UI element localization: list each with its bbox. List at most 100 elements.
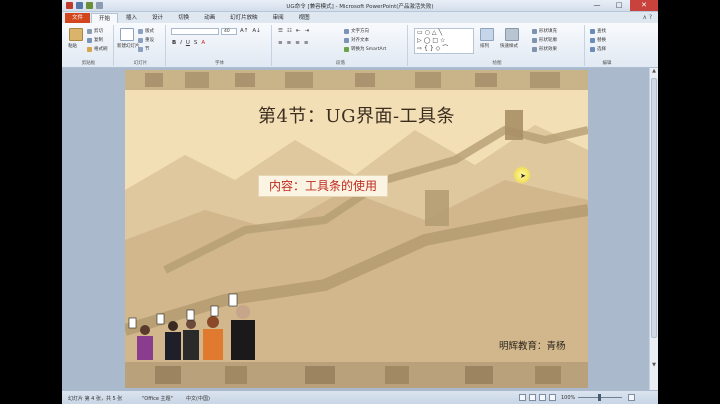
powerpoint-window: UG命令 [兼容模式] - Microsoft PowerPoint(产品激活失…	[62, 0, 658, 404]
group-slides: 新建幻灯片 版式 重设 节 幻灯片	[116, 25, 166, 66]
quick-styles-button[interactable]: 快速样式	[500, 43, 518, 49]
find-icon	[590, 28, 595, 34]
shape-fill-button[interactable]: 形状填充	[532, 28, 557, 34]
tab-view[interactable]: 视图	[292, 13, 317, 23]
people-holding-signs-clipart	[128, 293, 255, 360]
slide-workspace: 第4节：UG界面-工具条 内容：工具条的使用 明辉教育：青杨 ➤ ▲ ▼	[62, 68, 658, 390]
cut-button[interactable]: 剪切	[87, 28, 103, 34]
slide-title[interactable]: 第4节：UG界面-工具条	[125, 102, 588, 128]
group-editing: 查找 替换 选择 编辑	[587, 25, 627, 66]
group-label: 剪贴板	[81, 61, 96, 66]
underline-button[interactable]: U	[186, 40, 190, 46]
text-direction-icon	[344, 28, 349, 34]
arrange-icon[interactable]	[480, 28, 494, 41]
font-color-icon[interactable]: A	[201, 40, 205, 46]
slide-content-box[interactable]: 内容：工具条的使用	[258, 175, 389, 197]
smartart-button[interactable]: 转换为 SmartArt	[344, 46, 386, 52]
group-label: 编辑	[602, 61, 612, 66]
group-font: 40 A↑ A↓ B I U S A 字体	[168, 25, 272, 66]
section-icon	[138, 46, 143, 52]
effects-icon	[532, 46, 537, 52]
justify-icon[interactable]: ≡	[304, 40, 309, 46]
section-button[interactable]: 节	[138, 46, 150, 52]
align-controls: ≡ ≡ ≡ ≡	[278, 40, 308, 46]
tab-insert[interactable]: 插入	[119, 13, 144, 23]
find-button[interactable]: 查找	[590, 28, 606, 34]
reset-button[interactable]: 重设	[138, 37, 154, 43]
minimize-button[interactable]: —	[586, 0, 608, 11]
scissors-icon	[87, 28, 92, 34]
select-icon	[590, 46, 595, 52]
numbering-icon[interactable]: ☷	[287, 28, 292, 34]
align-center-icon[interactable]: ≡	[287, 40, 292, 46]
copy-button[interactable]: 复制	[87, 37, 103, 43]
tab-home[interactable]: 开始	[91, 13, 119, 23]
title-bar: UG命令 [兼容模式] - Microsoft PowerPoint(产品激活失…	[62, 0, 658, 12]
scroll-down-icon[interactable]: ▼	[650, 362, 658, 370]
mouse-pointer-icon: ➤	[520, 172, 526, 180]
tab-transitions[interactable]: 切换	[171, 13, 196, 23]
align-right-icon[interactable]: ≡	[295, 40, 300, 46]
help-icon[interactable]: ∧ ?	[643, 14, 652, 21]
font-size-controls: A↑ A↓	[240, 28, 261, 34]
brush-icon	[87, 46, 92, 52]
new-slide-button[interactable]: 新建幻灯片	[117, 43, 140, 49]
slide-sorter-icon[interactable]	[529, 394, 536, 401]
outdent-icon[interactable]: ⇥	[304, 28, 309, 34]
replace-button[interactable]: 替换	[590, 37, 606, 43]
group-label: 段落	[336, 61, 345, 66]
tab-file[interactable]: 文件	[65, 13, 91, 23]
slide-author[interactable]: 明辉教育：青杨	[499, 338, 566, 352]
align-text-button[interactable]: 对齐文本	[344, 37, 369, 43]
fit-to-window-icon[interactable]	[628, 394, 635, 401]
tab-design[interactable]: 设计	[145, 13, 170, 23]
group-drawing: ▭○△╲ ▷◯□☆ ⇨{}◇⌒ 排列 快速样式 形状填充 形状轮廓 形状效果 绘图	[410, 25, 585, 66]
slideshow-icon[interactable]	[549, 394, 556, 401]
slide-counter: 幻灯片 第 4 张，共 5 张	[68, 396, 123, 402]
theme-name[interactable]: "Office 主题"	[142, 395, 173, 402]
slide-canvas[interactable]: 第4节：UG界面-工具条 内容：工具条的使用 明辉教育：青杨 ➤	[125, 70, 588, 388]
fill-icon	[532, 28, 537, 34]
reading-view-icon[interactable]	[539, 394, 546, 401]
text-direction-button[interactable]: 文字方向	[344, 28, 369, 34]
status-bar: 幻灯片 第 4 张，共 5 张 "Office 主题" 中文(中国) 100%	[62, 390, 658, 404]
scroll-up-icon[interactable]: ▲	[650, 68, 658, 76]
replace-icon	[590, 37, 595, 43]
align-left-icon[interactable]: ≡	[278, 40, 283, 46]
list-controls: ☰ ☷ ⇤ ⇥	[278, 28, 309, 34]
tab-review[interactable]: 审阅	[266, 13, 291, 23]
bullets-icon[interactable]: ☰	[278, 28, 283, 34]
zoom-slider-thumb[interactable]	[598, 394, 601, 401]
shape-outline-button[interactable]: 形状轮廓	[532, 37, 557, 43]
close-button[interactable]: ✕	[630, 0, 658, 11]
shrink-font-icon[interactable]: A↓	[252, 28, 260, 34]
vertical-scrollbar[interactable]: ▲ ▼	[649, 68, 658, 390]
paste-icon[interactable]	[69, 28, 83, 41]
tab-animations[interactable]: 动画	[197, 13, 222, 23]
new-slide-icon[interactable]	[120, 28, 134, 41]
indent-icon[interactable]: ⇤	[296, 28, 301, 34]
font-size-field[interactable]: 40	[221, 28, 237, 35]
copy-icon	[87, 37, 92, 43]
smartart-icon	[344, 46, 349, 52]
zoom-level[interactable]: 100%	[561, 395, 575, 401]
quick-styles-icon[interactable]	[505, 28, 519, 41]
tab-slideshow[interactable]: 幻灯片放映	[223, 13, 265, 23]
shapes-gallery[interactable]: ▭○△╲ ▷◯□☆ ⇨{}◇⌒	[414, 28, 474, 54]
select-button[interactable]: 选择	[590, 46, 606, 52]
bold-button[interactable]: B	[172, 40, 176, 46]
scroll-thumb[interactable]	[651, 78, 657, 338]
language-indicator[interactable]: 中文(中国)	[186, 395, 210, 402]
arrange-button[interactable]: 排列	[480, 43, 489, 49]
maximize-button[interactable]: □	[608, 0, 630, 11]
window-title: UG命令 [兼容模式] - Microsoft PowerPoint(产品激活失…	[286, 4, 434, 10]
format-painter-button[interactable]: 格式刷	[87, 46, 108, 52]
grow-font-icon[interactable]: A↑	[240, 28, 248, 34]
normal-view-icon[interactable]	[519, 394, 526, 401]
paste-button[interactable]: 粘贴	[68, 43, 77, 49]
shape-effects-button[interactable]: 形状效果	[532, 46, 557, 52]
layout-button[interactable]: 版式	[138, 28, 154, 34]
font-name-field[interactable]	[171, 28, 219, 35]
strikethrough-button[interactable]: S	[194, 40, 198, 46]
italic-button[interactable]: I	[180, 40, 182, 46]
